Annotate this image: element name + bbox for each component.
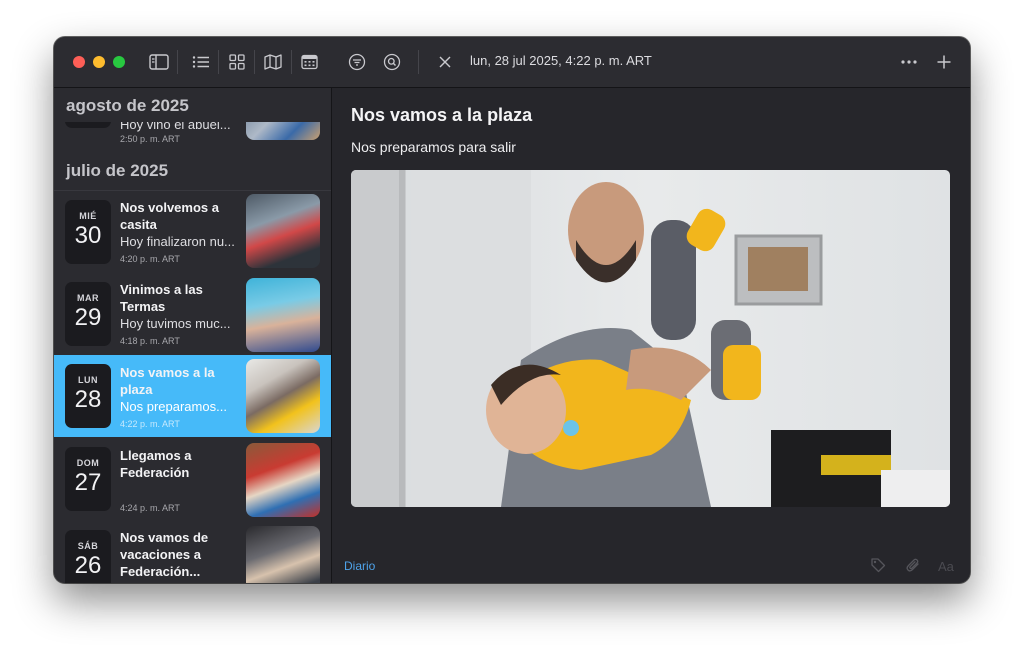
day-number: 26 [74,552,102,579]
weekday-label: LUN [78,375,98,385]
entry-list-item[interactable]: DOM 27 Llegamos a Federación 4:24 p. m. … [54,437,331,519]
entry-thumbnail [246,359,320,433]
entry-thumbnail [246,526,320,583]
date-badge: MAR 29 [65,282,111,346]
search-icon[interactable] [379,50,405,74]
map-icon[interactable] [260,50,286,74]
entry-title: Nos volvemos a casita [120,200,219,232]
entry-list-item[interactable]: SÁB 26 Nos vamos de vacaciones a Federac… [54,520,331,583]
toolbar-divider [254,50,255,74]
date-badge: DOM 27 [65,447,111,511]
toolbar-divider [291,50,292,74]
entry-snippet: Hoy tuvimos muc... [120,316,231,331]
journal-name-link[interactable]: Diario [344,559,375,573]
entry-title: Llegamos a Federación [120,448,192,480]
month-header: julio de 2025 [66,161,169,180]
day-number: 29 [74,304,102,331]
toolbar-divider [218,50,219,74]
toolbar-divider [177,50,178,74]
paperclip-icon[interactable] [903,555,923,575]
entry-snippet: Hoy finalizaron nu... [120,234,235,249]
entry-title: Vinimos a las Termas [120,282,203,314]
entry-time: 4:18 p. m. ART [120,336,180,346]
entry-snippet: Nos preparamos... [120,399,227,414]
day-number: 30 [74,222,102,249]
text-format-button[interactable]: Aa [938,559,954,574]
date-badge: SÁB 26 [65,530,111,583]
weekday-label: SÁB [77,541,99,551]
entry-time: 2:50 p. m. ART [120,134,180,144]
more-icon[interactable] [896,50,922,74]
entry-time: 4:22 p. m. ART [120,419,180,429]
entry-thumbnail [246,278,320,352]
entry-time: 4:24 p. m. ART [120,503,180,513]
minimize-window-button[interactable] [93,56,105,68]
calendar-icon[interactable] [296,50,322,74]
close-window-button[interactable] [73,56,85,68]
month-header: agosto de 2025 [66,96,189,115]
entry-title: Nos vamos a la plaza [120,365,215,397]
tag-icon[interactable] [868,555,888,575]
entry-list-item[interactable]: MIÉ 30 Nos volvemos a casita Hoy finaliz… [54,190,331,272]
entry-list-item-selected[interactable]: LUN 28 Nos vamos a la plaza Nos preparam… [54,355,331,437]
date-badge: LUN 28 [65,364,111,428]
title-bar: lun, 28 jul 2025, 4:22 p. m. ART [54,37,970,88]
plus-icon[interactable] [931,50,957,74]
entry-date-title: lun, 28 jul 2025, 4:22 p. m. ART [470,53,652,68]
weekday-label: MIÉ [79,211,97,221]
list-icon[interactable] [188,50,214,74]
entries-sidebar: 31 Hoy vino el abuel... 2:50 p. m. ART a… [54,88,332,583]
close-icon[interactable] [432,50,458,74]
entry-time: 4:20 p. m. ART [120,254,180,264]
entry-title: Nos vamos de vacaciones a Federación... [120,530,209,579]
grid-icon[interactable] [224,50,250,74]
weekday-label: DOM [76,458,100,468]
zoom-window-button[interactable] [113,56,125,68]
toolbar-divider [418,50,419,74]
weekday-label: MAR [77,293,99,303]
entry-thumbnail [246,443,320,517]
sidebar-toggle-icon[interactable] [146,50,172,74]
entry-thumbnail [246,194,320,268]
entry-list-item[interactable]: MAR 29 Vinimos a las Termas Hoy tuvimos … [54,272,331,354]
day-number: 27 [74,469,102,496]
date-badge: MIÉ 30 [65,200,111,264]
entry-heading[interactable]: Nos vamos a la plaza [351,105,532,126]
journal-window: lun, 28 jul 2025, 4:22 p. m. ART 31 Hoy … [54,37,970,583]
day-number: 28 [74,386,102,413]
entry-photo[interactable] [351,170,950,507]
entry-subtitle[interactable]: Nos preparamos para salir [351,139,516,155]
filter-icon[interactable] [344,50,370,74]
entry-detail-pane: Nos vamos a la plaza Nos preparamos para… [332,88,970,583]
